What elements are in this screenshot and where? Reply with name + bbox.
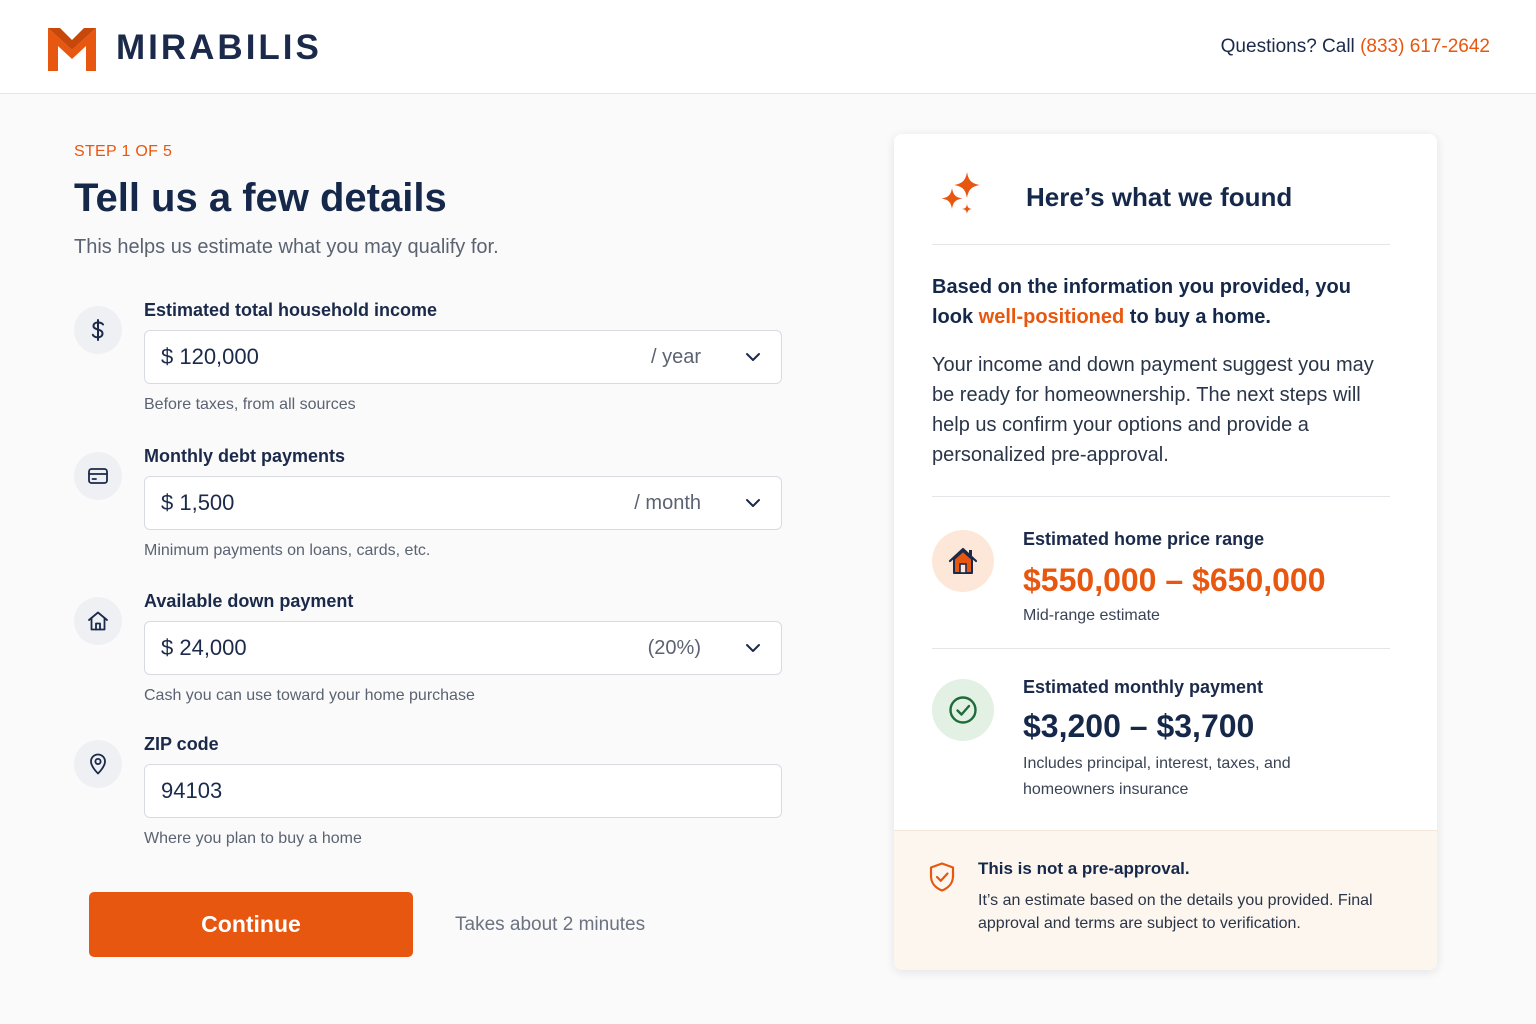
lead-suffix: to buy a home. bbox=[1124, 306, 1271, 328]
monthly-payment-label: Estimated monthly payment bbox=[1023, 677, 1264, 697]
down-payment-value: $ 24,000 bbox=[161, 635, 247, 660]
phone-link[interactable]: (833) 617-2642 bbox=[1360, 36, 1490, 57]
price-range-label: Estimated home price range bbox=[1023, 529, 1265, 549]
disclaimer-box: This is not a pre-approval. It’s an esti… bbox=[894, 830, 1437, 970]
divider bbox=[932, 244, 1390, 245]
debt-value: $ 1,500 bbox=[161, 490, 235, 515]
down-payment-input[interactable]: $ 24,000 (20%) bbox=[144, 621, 782, 675]
header-contact: Questions? Call (833) 617-2642 bbox=[1221, 36, 1490, 58]
income-input[interactable]: $ 120,000 / year bbox=[144, 330, 782, 384]
step-indicator: STEP 1 OF 5 bbox=[74, 143, 173, 160]
results-title: Here’s what we found bbox=[1026, 182, 1293, 212]
results-card: Here’s what we found Based on the inform… bbox=[894, 134, 1437, 970]
divider bbox=[932, 648, 1390, 649]
results-body: Your income and down payment suggest you… bbox=[932, 354, 1374, 466]
sparkle-icon bbox=[941, 172, 980, 214]
debt-label: Monthly debt payments bbox=[144, 446, 346, 466]
zip-value: 94103 bbox=[161, 778, 223, 803]
brand-name: MIRABILIS bbox=[116, 28, 322, 67]
map-pin-icon bbox=[74, 740, 122, 788]
price-range-value: $550,000 – $650,000 bbox=[1023, 562, 1326, 598]
continue-button[interactable]: Continue bbox=[89, 892, 413, 957]
income-period-select[interactable]: / year bbox=[651, 346, 701, 369]
divider bbox=[932, 496, 1390, 497]
results-lead: Based on the information you provided, y… bbox=[932, 272, 1392, 332]
chevron-down-icon[interactable] bbox=[743, 493, 763, 513]
disclaimer-title: This is not a pre-approval. bbox=[978, 859, 1190, 878]
income-value: $ 120,000 bbox=[161, 344, 259, 369]
shield-check-icon bbox=[929, 862, 955, 892]
monthly-payment-note: Includes principal, interest, taxes, and… bbox=[1023, 755, 1291, 798]
down-payment-percent[interactable]: (20%) bbox=[648, 637, 701, 660]
page-title: Tell us a few details bbox=[74, 176, 447, 220]
credit-card-icon bbox=[74, 452, 122, 500]
dollar-icon bbox=[74, 306, 122, 354]
debt-help: Minimum payments on loans, cards, etc. bbox=[144, 542, 431, 559]
lead-highlight: well-positioned bbox=[978, 306, 1125, 328]
zip-help: Where you plan to buy a home bbox=[144, 830, 362, 847]
home-icon bbox=[74, 597, 122, 645]
duration-note: Takes about 2 minutes bbox=[455, 914, 646, 935]
page-subtitle: This helps us estimate what you may qual… bbox=[74, 236, 499, 258]
contact-prefix: Questions? Call bbox=[1220, 36, 1361, 57]
income-label: Estimated total household income bbox=[144, 300, 438, 320]
chevron-down-icon[interactable] bbox=[743, 347, 763, 367]
debt-input[interactable]: $ 1,500 / month bbox=[144, 476, 782, 530]
zip-label: ZIP code bbox=[144, 734, 219, 754]
top-header: MIRABILIS Questions? Call (833) 617-2642 bbox=[0, 0, 1536, 94]
house-icon bbox=[932, 530, 994, 592]
zip-input[interactable]: 94103 bbox=[144, 764, 782, 818]
disclaimer-text: It’s an estimate based on the details yo… bbox=[978, 892, 1373, 932]
debt-period-select[interactable]: / month bbox=[634, 492, 701, 515]
price-range-note: Mid-range estimate bbox=[1023, 607, 1160, 624]
chevron-down-icon[interactable] bbox=[743, 638, 763, 658]
income-help: Before taxes, from all sources bbox=[144, 396, 356, 413]
monthly-payment-value: $3,200 – $3,700 bbox=[1023, 708, 1255, 744]
mirabilis-logo-icon bbox=[48, 28, 96, 71]
check-circle-icon bbox=[932, 679, 994, 741]
brand-logo[interactable]: MIRABILIS bbox=[46, 24, 322, 72]
down-payment-help: Cash you can use toward your home purcha… bbox=[144, 687, 475, 704]
down-payment-label: Available down payment bbox=[144, 591, 354, 611]
